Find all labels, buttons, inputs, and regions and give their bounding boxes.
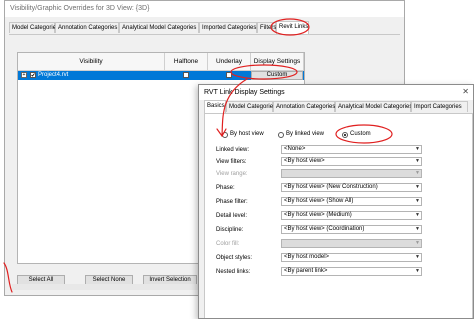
linked-view-dropdown[interactable]: <None> ▼ bbox=[281, 145, 422, 154]
halftone-checkbox[interactable] bbox=[183, 72, 189, 78]
dialog-title: Visibility/Graphic Overrides for 3D View… bbox=[5, 1, 404, 17]
nested-links-dropdown[interactable]: <By parent link> ▼ bbox=[281, 267, 422, 276]
column-header-halftone[interactable]: Halftone bbox=[165, 53, 208, 71]
object-styles-label: Object styles: bbox=[216, 255, 253, 261]
linked-view-value: <None> bbox=[284, 146, 306, 152]
tab-imported-categories[interactable]: Imported Categories bbox=[199, 22, 257, 33]
column-header-underlay[interactable]: Underlay bbox=[208, 53, 251, 71]
linked-view-label: Linked view: bbox=[216, 147, 250, 153]
phase-dropdown[interactable]: <By host view> (New Construction) ▼ bbox=[281, 183, 422, 192]
chevron-down-icon: ▼ bbox=[415, 146, 420, 152]
expand-icon[interactable]: + bbox=[21, 72, 27, 78]
tab-analytical-model-categories[interactable]: Analytical Model Categories bbox=[335, 101, 412, 112]
chevron-down-icon: ▼ bbox=[415, 184, 420, 190]
view-filters-value: <By host view> bbox=[284, 158, 325, 164]
chevron-down-icon: ▼ bbox=[415, 268, 420, 274]
visibility-checkbox[interactable] bbox=[30, 72, 36, 78]
chevron-down-icon: ▼ bbox=[415, 170, 420, 176]
view-range-dropdown: ▼ bbox=[281, 169, 422, 178]
tab-annotation-categories[interactable]: Annotation Categories bbox=[273, 101, 335, 112]
radio-custom-label: Custom bbox=[350, 131, 371, 137]
tab-filters[interactable]: Filters bbox=[257, 22, 276, 33]
detail-level-value: <By host view> (Medium) bbox=[284, 212, 352, 218]
category-tabs: Model Categories Annotation Categories A… bbox=[9, 21, 400, 35]
dialog-title: RVT Link Display Settings bbox=[199, 85, 473, 100]
link-name: Project4.rvt bbox=[38, 72, 69, 78]
tab-analytical-model-categories[interactable]: Analytical Model Categories bbox=[119, 22, 199, 33]
column-header-display-settings[interactable]: Display Settings bbox=[251, 53, 304, 71]
tab-basics[interactable]: Basics bbox=[204, 100, 226, 113]
discipline-label: Discipline: bbox=[216, 227, 244, 233]
chevron-down-icon: ▼ bbox=[415, 212, 420, 218]
view-filters-dropdown[interactable]: <By host view> ▼ bbox=[281, 157, 422, 166]
chevron-down-icon: ▼ bbox=[415, 198, 420, 204]
discipline-value: <By host view> (Coordination) bbox=[284, 226, 365, 232]
object-styles-value: <By host model> bbox=[284, 254, 330, 260]
chevron-down-icon: ▼ bbox=[415, 158, 420, 164]
rvt-link-display-settings-dialog: RVT Link Display Settings ✕ Basics Model… bbox=[198, 84, 474, 319]
table-row[interactable]: + Project4.rvt Custom bbox=[18, 71, 304, 80]
radio-by-host-view-label: By host view bbox=[230, 131, 264, 137]
detail-level-dropdown[interactable]: <By host view> (Medium) ▼ bbox=[281, 211, 422, 220]
phase-filter-dropdown[interactable]: <By host view> (Show All) ▼ bbox=[281, 197, 422, 206]
radio-custom[interactable] bbox=[342, 132, 348, 138]
radio-by-host-view[interactable] bbox=[222, 132, 228, 138]
phase-value: <By host view> (New Construction) bbox=[284, 184, 378, 190]
radio-by-linked-view-label: By linked view bbox=[286, 131, 325, 137]
discipline-dropdown[interactable]: <By host view> (Coordination) ▼ bbox=[281, 225, 422, 234]
chevron-down-icon: ▼ bbox=[415, 240, 420, 246]
object-styles-dropdown[interactable]: <By host model> ▼ bbox=[281, 253, 422, 262]
display-settings-button[interactable]: Custom bbox=[251, 71, 303, 80]
tab-model-categories[interactable]: Model Categories bbox=[9, 22, 59, 33]
tab-model-categories[interactable]: Model Categories bbox=[226, 101, 276, 112]
color-fill-dropdown: ▼ bbox=[281, 239, 422, 248]
radio-by-linked-view[interactable] bbox=[278, 132, 284, 138]
view-filters-label: View filters: bbox=[216, 159, 247, 165]
column-header-visibility[interactable]: Visibility bbox=[18, 53, 165, 71]
tab-annotation-categories[interactable]: Annotation Categories bbox=[55, 22, 119, 33]
phase-filter-value: <By host view> (Show All) bbox=[284, 198, 354, 204]
tab-import-categories[interactable]: Import Categories bbox=[411, 101, 468, 112]
color-fill-label: Color fill: bbox=[216, 241, 240, 247]
nested-links-value: <By parent link> bbox=[284, 268, 328, 274]
underlay-checkbox[interactable] bbox=[226, 72, 232, 78]
nested-links-label: Nested links: bbox=[216, 269, 251, 275]
chevron-down-icon: ▼ bbox=[415, 226, 420, 232]
tab-revit-links[interactable]: Revit Links bbox=[276, 21, 309, 34]
phase-filter-label: Phase filter: bbox=[216, 199, 248, 205]
close-icon[interactable]: ✕ bbox=[462, 87, 469, 96]
chevron-down-icon: ▼ bbox=[415, 254, 420, 260]
basics-panel: By host view By linked view Custom Linke… bbox=[204, 113, 473, 318]
detail-level-label: Detail level: bbox=[216, 213, 248, 219]
view-range-label: View range: bbox=[216, 171, 248, 177]
phase-label: Phase: bbox=[216, 185, 235, 191]
